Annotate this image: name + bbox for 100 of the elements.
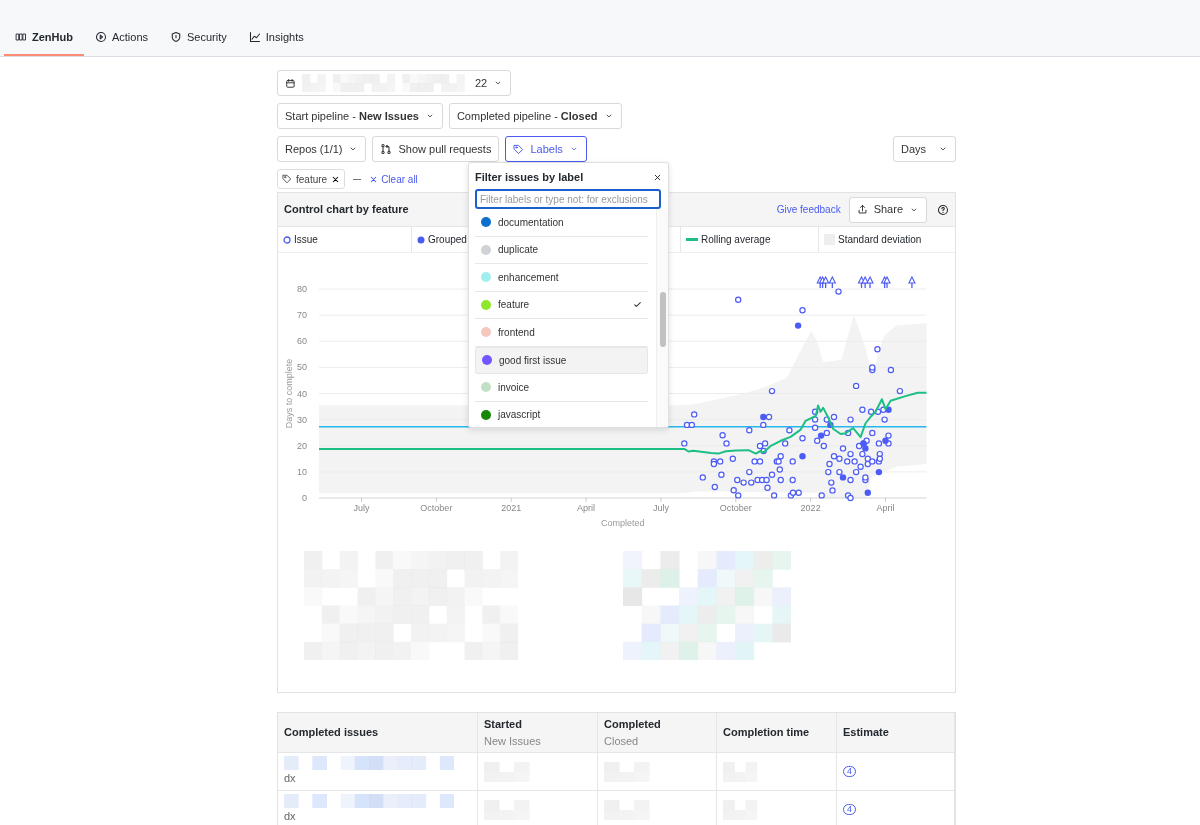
issue-point[interactable] (876, 455, 883, 462)
issue-point[interactable] (699, 474, 706, 481)
days-dropdown[interactable]: Days (893, 136, 956, 162)
issue-point[interactable] (847, 416, 854, 423)
outlier-arrow[interactable] (883, 275, 891, 289)
issue-point[interactable] (881, 416, 888, 423)
issue-point[interactable] (859, 450, 866, 458)
issue-point[interactable] (830, 413, 838, 421)
issue-point[interactable] (874, 346, 881, 353)
nav-tab[interactable]: Security (159, 28, 238, 56)
issue-point[interactable] (735, 296, 742, 303)
label-option[interactable]: feature (475, 291, 648, 319)
issue-point[interactable] (760, 421, 767, 429)
label-option[interactable]: good first issue (475, 346, 648, 374)
issue-point[interactable] (857, 463, 864, 470)
issue-point[interactable] (847, 450, 854, 458)
grouped-point[interactable] (862, 445, 869, 452)
grouped-point[interactable] (799, 453, 806, 460)
nav-tab[interactable]: Actions (83, 28, 160, 56)
grouped-point[interactable] (864, 489, 871, 496)
label-search-field[interactable]: Filter labels or type not: for exclusions (475, 189, 661, 209)
grouped-point[interactable] (860, 440, 867, 447)
issue-point[interactable] (763, 476, 770, 484)
issue-point[interactable] (814, 437, 821, 444)
issue-point[interactable] (770, 492, 778, 499)
issue-point[interactable] (836, 468, 843, 476)
issue-point[interactable] (799, 435, 806, 442)
issue-point[interactable] (768, 387, 776, 395)
issue-point[interactable] (844, 458, 851, 465)
grouped-point[interactable] (817, 432, 825, 439)
issue-point[interactable] (711, 483, 718, 491)
issue-point[interactable] (887, 366, 895, 374)
nav-tab[interactable]: ZenHub (4, 28, 84, 56)
issue-point[interactable] (811, 424, 819, 431)
issue-point[interactable] (851, 458, 858, 465)
issue-point[interactable] (825, 468, 832, 476)
issue-point[interactable] (710, 460, 718, 468)
issue-point[interactable] (847, 494, 854, 502)
issue-point[interactable] (836, 455, 843, 462)
grouped-point[interactable] (885, 406, 892, 413)
issue-point[interactable] (876, 450, 883, 458)
issue-point[interactable] (811, 408, 819, 415)
issue-point[interactable] (875, 440, 883, 447)
issue-point[interactable] (786, 427, 793, 434)
issue-point[interactable] (691, 411, 698, 418)
outlier-arrow[interactable] (821, 275, 830, 289)
issue-point[interactable] (754, 476, 761, 484)
issue-point[interactable] (828, 479, 835, 486)
labels-dropdown[interactable]: Labels (505, 136, 587, 162)
issue-point[interactable] (789, 489, 797, 496)
issue-point[interactable] (864, 455, 871, 462)
issue-point[interactable] (823, 429, 830, 437)
issue-point[interactable] (869, 458, 876, 465)
issue-point[interactable] (760, 447, 767, 455)
show-pull-requests-button[interactable]: Show pull requests (372, 136, 500, 162)
label-option[interactable]: documentation (475, 209, 648, 237)
issue-point[interactable] (835, 288, 842, 295)
issue-point[interactable] (740, 479, 747, 486)
issue-point[interactable] (830, 453, 838, 460)
issue-point[interactable] (862, 474, 869, 481)
completed-pipeline-dropdown[interactable]: Completed pipeline - Closed (448, 103, 622, 129)
grouped-point[interactable] (839, 474, 847, 481)
issue-point[interactable] (719, 432, 726, 439)
issue-point[interactable] (782, 440, 789, 447)
close-button[interactable] (653, 172, 662, 182)
grouped-point[interactable] (827, 421, 834, 429)
issue-point[interactable] (688, 421, 695, 429)
issue-point[interactable] (852, 468, 860, 476)
issue-point[interactable] (777, 476, 784, 484)
issue-point[interactable] (746, 427, 753, 434)
issue-point[interactable] (795, 489, 802, 496)
issue-point[interactable] (896, 387, 904, 395)
issue-point[interactable] (751, 458, 758, 465)
issue-point[interactable] (811, 416, 819, 423)
outlier-arrow[interactable] (866, 275, 874, 289)
issue-point[interactable] (869, 364, 876, 371)
issue-point[interactable] (768, 471, 776, 478)
repos-dropdown[interactable]: Repos (1/1) (277, 136, 367, 162)
issue-point[interactable] (839, 445, 847, 452)
start-pipeline-dropdown[interactable]: Start pipeline - New Issues (277, 103, 443, 129)
label-option[interactable]: invoice (475, 374, 648, 402)
date-range-button[interactable]: 22 (277, 70, 511, 96)
issue-point[interactable] (867, 408, 875, 415)
label-option[interactable]: duplicate (475, 236, 648, 264)
issue-point[interactable] (717, 458, 724, 465)
issue-point[interactable] (756, 442, 764, 450)
nav-tab[interactable]: Insights (237, 28, 315, 56)
label-option[interactable]: frontend (475, 319, 648, 347)
grouped-point[interactable] (882, 437, 889, 444)
give-feedback-link[interactable]: Give feedback (776, 202, 841, 217)
issue-point[interactable] (823, 416, 830, 423)
issue-point[interactable] (859, 406, 866, 413)
issue-point[interactable] (789, 476, 796, 484)
issue-point[interactable] (826, 460, 833, 468)
grouped-point[interactable] (760, 413, 767, 421)
share-button[interactable]: Share (848, 196, 927, 223)
outlier-arrow[interactable] (828, 275, 837, 289)
issue-point[interactable] (681, 440, 688, 447)
issue-point[interactable] (789, 458, 796, 465)
issue-point[interactable] (764, 484, 771, 491)
